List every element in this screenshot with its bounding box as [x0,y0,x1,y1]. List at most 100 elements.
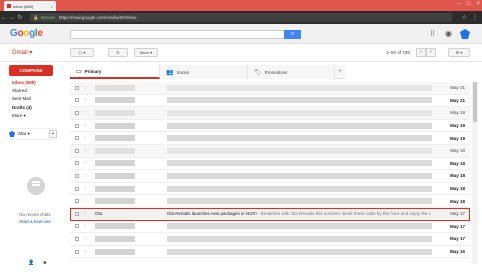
row-checkbox[interactable] [75,148,79,153]
close-window-icon[interactable]: × [476,1,480,7]
next-page-button[interactable]: › [426,48,436,57]
more-button[interactable]: More ▾ [134,48,158,57]
gmail-menu[interactable]: Gmail ▾ [12,49,32,56]
refresh-button[interactable]: ↻ [108,48,128,57]
redacted-subject [167,185,432,192]
list-item[interactable]: ☆ May 18 [70,195,470,208]
address-bar[interactable]: 🔒 Secure https://mail.google.com/mail/u/… [30,13,452,22]
sidebar-item[interactable]: Drafts (4) [12,104,36,112]
list-item[interactable]: ☆ May 21 [70,95,470,108]
hangouts-icon[interactable]: ☻ [42,260,47,266]
add-tab-plus-icon[interactable]: + [335,65,345,78]
star-icon[interactable]: ☆ [83,223,87,229]
list-item[interactable]: ☆ May 16 [70,246,470,259]
row-checkbox[interactable] [75,249,79,254]
row-checkbox[interactable] [75,236,79,241]
list-item[interactable]: ☆ May 19 [70,120,470,133]
scrollbar[interactable] [472,82,478,264]
star-icon[interactable]: ☆ [83,97,87,103]
maximize-icon[interactable]: □ [467,1,471,7]
row-checkbox[interactable] [75,199,79,204]
star-icon[interactable]: ☆ [83,135,87,141]
star-icon[interactable]: ☆ [83,236,87,242]
redacted-subject [167,172,432,179]
list-item[interactable]: ☆ Ola Ola Rentals launches new packages in… [70,207,470,221]
list-item[interactable]: ☆ May 19 [70,132,470,145]
row-checkbox[interactable] [75,123,79,128]
message-date: May 21 [449,97,465,103]
row-checkbox[interactable] [75,211,79,216]
redacted-sender [95,135,135,142]
list-item[interactable]: ☆ May 21 [70,82,470,95]
new-chat-plus-icon[interactable]: + [49,130,57,138]
star-icon[interactable]: ☆ [83,110,87,116]
star-icon[interactable]: ☆ [83,173,87,179]
logo-letter: e [37,28,43,39]
bookmark-star-icon[interactable]: ☆ [462,14,467,21]
search-input[interactable] [70,30,300,39]
tab-promotions[interactable]: 🏷 Promotions [248,65,335,79]
tab-primary[interactable]: ▭ Primary [70,65,160,79]
redacted-sender [95,172,135,179]
star-icon[interactable]: ☆ [83,186,87,192]
redacted-subject [167,235,432,242]
scrollbar-thumb[interactable] [473,82,477,122]
reload-icon[interactable]: ↻ [16,14,24,21]
list-item[interactable]: ☆ May 18 [70,158,470,171]
chat-bubble-icon [27,177,45,195]
row-checkbox[interactable] [75,224,79,229]
notifications-icon[interactable]: ◉ [445,29,452,38]
star-icon[interactable]: ☆ [83,198,87,204]
star-icon[interactable]: ☆ [83,85,87,91]
start-new-chat-link[interactable]: Start a new one [0,219,70,226]
list-item[interactable]: ☆ May 17 [70,221,470,234]
avatar[interactable] [460,29,470,39]
compose-button[interactable]: COMPOSE [9,65,53,76]
list-item[interactable]: ☆ May 19 [70,107,470,120]
list-item[interactable]: ☆ May 17 [70,233,470,246]
star-icon[interactable]: ☆ [83,160,87,166]
select-checkbox-button[interactable]: ☐ ▾ [70,48,94,57]
chevron-right-icon: › [430,49,432,55]
list-item[interactable]: ☆ May 18 [70,170,470,183]
star-icon[interactable]: ☆ [83,148,87,154]
row-checkbox[interactable] [75,173,79,178]
tab-label: Promotions [264,69,288,75]
tab-close-icon[interactable]: × [51,4,53,9]
star-icon[interactable]: ☆ [83,249,87,255]
minimize-icon[interactable]: – [458,1,461,7]
browser-menu-icon[interactable]: ⋮ [472,14,478,21]
window-controls: – □ × [458,1,480,7]
sidebar-item[interactable]: Starred [12,87,36,95]
hangouts-user[interactable]: Star ▾ + [9,128,57,140]
row-checkbox[interactable] [75,85,79,90]
no-chats-message: No recent chats Start a new one [0,212,70,225]
redacted-sender [95,122,135,129]
row-checkbox[interactable] [75,186,79,191]
row-checkbox[interactable] [75,98,79,103]
contacts-icon[interactable]: 👤 [28,260,34,266]
sidebar-item[interactable]: Sent Mail [12,95,36,103]
star-icon[interactable]: ☆ [83,123,87,129]
redacted-sender [95,223,135,230]
search-button[interactable]: ⌕ [284,30,301,39]
settings-button[interactable]: ⚙ ▾ [448,48,470,57]
row-checkbox[interactable] [75,161,79,166]
list-item[interactable]: ☆ May 18 [70,144,470,158]
back-icon[interactable]: ← [0,15,8,21]
browser-tab[interactable]: Inbox (669) × [4,1,56,11]
apps-grid-icon[interactable]: ⠿ [430,30,435,38]
row-checkbox[interactable] [75,110,79,115]
tab-social[interactable]: 👥 Social [160,65,248,79]
forward-icon[interactable]: → [8,15,16,21]
star-icon[interactable]: ☆ [83,211,87,217]
prev-page-button[interactable]: ‹ [416,48,426,57]
sidebar-item[interactable]: Inbox (669) [12,79,36,87]
browser-actions: ☆ ⋮ [462,14,478,21]
sidebar-item[interactable]: More ▾ [12,112,36,120]
redacted-sender [95,84,135,91]
google-logo[interactable]: Google [10,28,43,39]
chevron-left-icon: ‹ [420,49,422,55]
row-checkbox[interactable] [75,136,79,141]
list-item[interactable]: ☆ May 18 [70,183,470,196]
